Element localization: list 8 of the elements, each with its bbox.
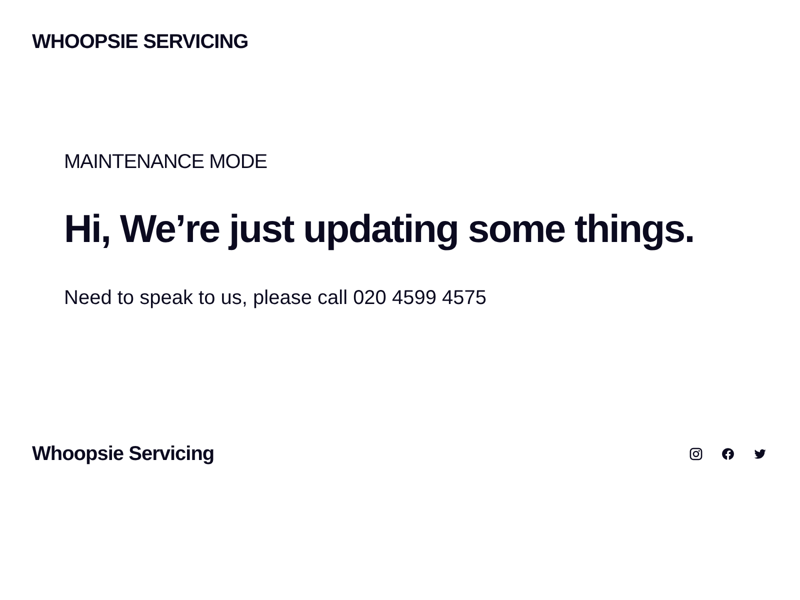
f-logo-icon[interactable] xyxy=(721,447,735,461)
contact-message: Need to speak to us, please call 020 4599 4575 xyxy=(64,286,487,310)
camera-icon[interactable] xyxy=(689,447,703,461)
eyebrow-text: MAINTENANCE MODE xyxy=(64,150,268,174)
site-title[interactable]: WHOOPSIE SERVICING xyxy=(32,31,248,53)
footer-site-title[interactable]: Whoopsie Servicing xyxy=(32,442,214,466)
bird-icon[interactable] xyxy=(753,447,767,461)
page-heading: Hi, We’re just updating some things. xyxy=(64,207,694,253)
